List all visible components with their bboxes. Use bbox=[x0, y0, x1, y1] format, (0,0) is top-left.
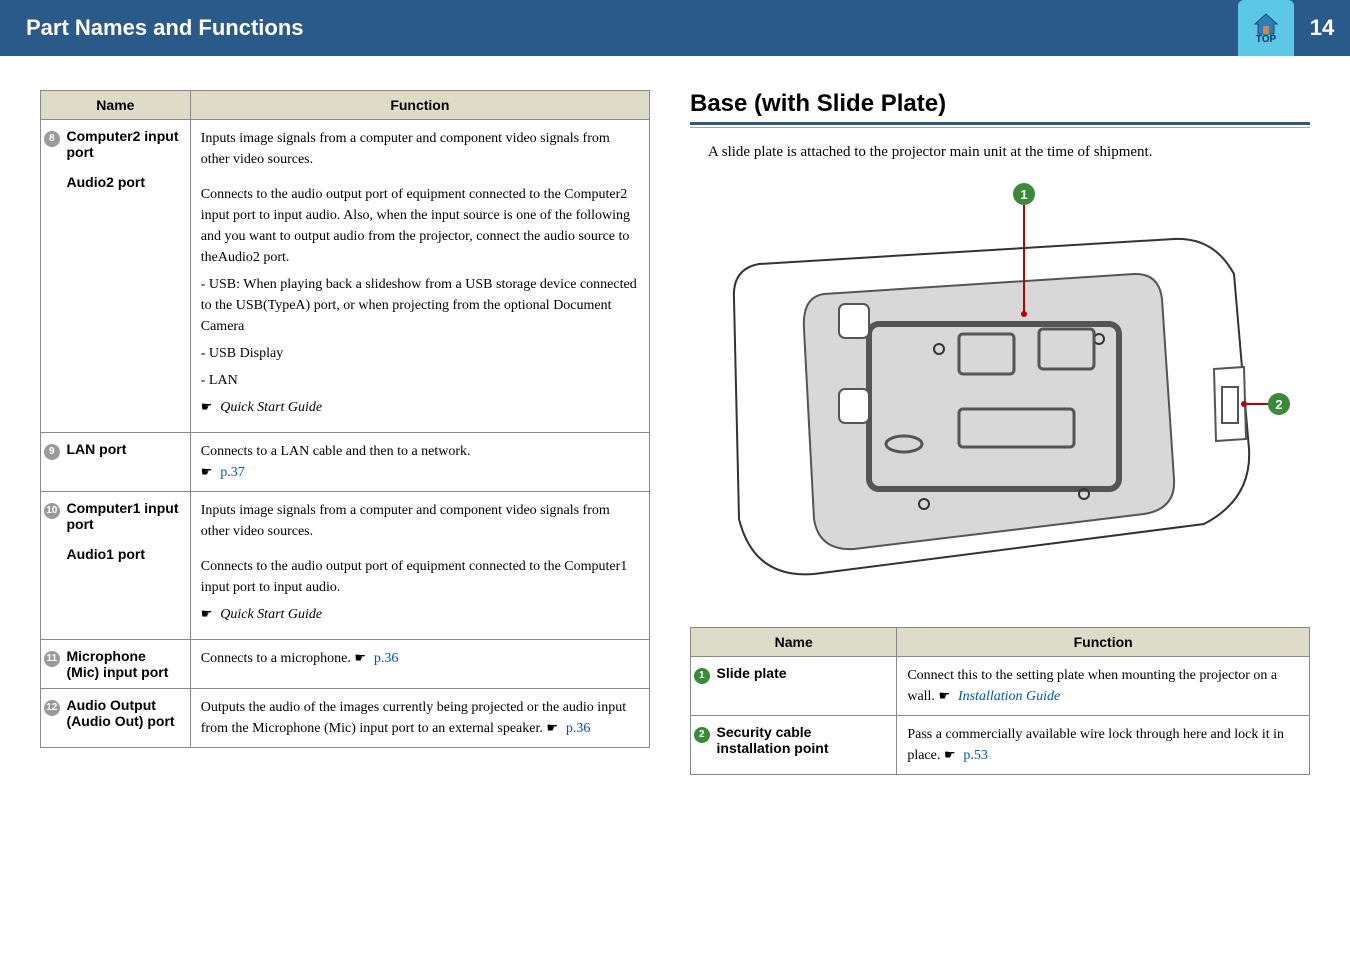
page-link[interactable]: p.36 bbox=[566, 721, 591, 736]
table-row: 12 Audio Output (Audio Out) port Outputs… bbox=[41, 689, 650, 748]
parts-table-left: Name Function 8 Computer2 input port Aud… bbox=[40, 90, 650, 748]
table-row: 8 Computer2 input port Audio2 port Input… bbox=[41, 120, 650, 433]
pointer-icon bbox=[201, 397, 215, 407]
port-name: LAN port bbox=[67, 441, 127, 457]
part-name: Slide plate bbox=[717, 665, 787, 681]
guide-link[interactable]: Quick Start Guide bbox=[220, 400, 322, 415]
row-num-badge: 8 bbox=[44, 131, 60, 147]
svg-text:1: 1 bbox=[1020, 187, 1027, 202]
row-num-badge: 12 bbox=[44, 700, 60, 716]
pointer-icon bbox=[546, 718, 560, 728]
port-name: Computer1 input port bbox=[67, 500, 180, 532]
port-name: Audio1 port bbox=[67, 546, 180, 562]
header-title: Part Names and Functions bbox=[26, 15, 304, 41]
part-name: Security cable installation point bbox=[717, 724, 829, 756]
page-link[interactable]: p.37 bbox=[220, 465, 245, 480]
pointer-icon bbox=[201, 604, 215, 614]
col-header-name: Name bbox=[41, 91, 191, 120]
section-title: Base (with Slide Plate) bbox=[690, 90, 1310, 118]
row-num-badge: 1 bbox=[694, 668, 710, 684]
home-icon bbox=[1252, 12, 1280, 36]
row-num-badge: 10 bbox=[44, 503, 60, 519]
table-row: 9 LAN port Connects to a LAN cable and t… bbox=[41, 433, 650, 492]
func-text: - LAN bbox=[201, 370, 639, 391]
port-name: Audio2 port bbox=[67, 174, 180, 190]
func-text: Inputs image signals from a computer and… bbox=[201, 500, 639, 542]
slide-plate-diagram: 1 2 bbox=[704, 179, 1294, 609]
pointer-icon bbox=[944, 745, 958, 755]
right-column: Base (with Slide Plate) A slide plate is… bbox=[690, 90, 1310, 775]
row-num-badge: 2 bbox=[694, 727, 710, 743]
top-label: TOP bbox=[1256, 34, 1276, 45]
func-text: - USB: When playing back a slideshow fro… bbox=[201, 274, 639, 337]
page-number: 14 bbox=[1294, 0, 1350, 56]
row-num-badge: 9 bbox=[44, 444, 60, 460]
table-row: 11 Microphone (Mic) input port Connects … bbox=[41, 640, 650, 689]
func-text: Outputs the audio of the images currentl… bbox=[201, 700, 626, 736]
pointer-icon bbox=[938, 686, 952, 696]
intro-text: A slide plate is attached to the project… bbox=[708, 144, 1310, 161]
top-badge[interactable]: TOP bbox=[1238, 0, 1294, 56]
port-name: Microphone (Mic) input port bbox=[67, 648, 169, 680]
port-name: Computer2 input port bbox=[67, 128, 180, 160]
col-header-name: Name bbox=[691, 628, 897, 657]
table-row: 2 Security cable installation point Pass… bbox=[691, 716, 1310, 775]
col-header-function: Function bbox=[190, 91, 649, 120]
col-header-function: Function bbox=[897, 628, 1310, 657]
parts-table-right: Name Function 1 Slide plate Connect this… bbox=[690, 627, 1310, 775]
func-text: Connects to a microphone. bbox=[201, 651, 355, 666]
table-row: 10 Computer1 input port Audio1 port Inpu… bbox=[41, 492, 650, 640]
page-link[interactable]: p.53 bbox=[963, 748, 988, 763]
guide-link[interactable]: Installation Guide bbox=[958, 689, 1060, 704]
pointer-icon bbox=[201, 462, 215, 472]
content-area: Name Function 8 Computer2 input port Aud… bbox=[0, 56, 1350, 795]
port-name: Audio Output (Audio Out) port bbox=[67, 697, 175, 729]
svg-text:2: 2 bbox=[1275, 397, 1282, 412]
func-text: - USB Display bbox=[201, 343, 639, 364]
table-row: 1 Slide plate Connect this to the settin… bbox=[691, 657, 1310, 716]
func-text: Connects to a LAN cable and then to a ne… bbox=[201, 444, 471, 459]
guide-link[interactable]: Quick Start Guide bbox=[220, 607, 322, 622]
func-text: Connects to the audio output port of equ… bbox=[201, 184, 639, 268]
func-text: Connects to the audio output port of equ… bbox=[201, 556, 639, 598]
page-header: Part Names and Functions TOP 14 bbox=[0, 0, 1350, 56]
page-link[interactable]: p.36 bbox=[374, 651, 399, 666]
pointer-icon bbox=[354, 648, 368, 658]
left-column: Name Function 8 Computer2 input port Aud… bbox=[40, 90, 650, 775]
section-underline bbox=[690, 122, 1310, 128]
func-text: Inputs image signals from a computer and… bbox=[201, 128, 639, 170]
header-right: TOP 14 bbox=[1238, 0, 1350, 56]
row-num-badge: 11 bbox=[44, 651, 60, 667]
